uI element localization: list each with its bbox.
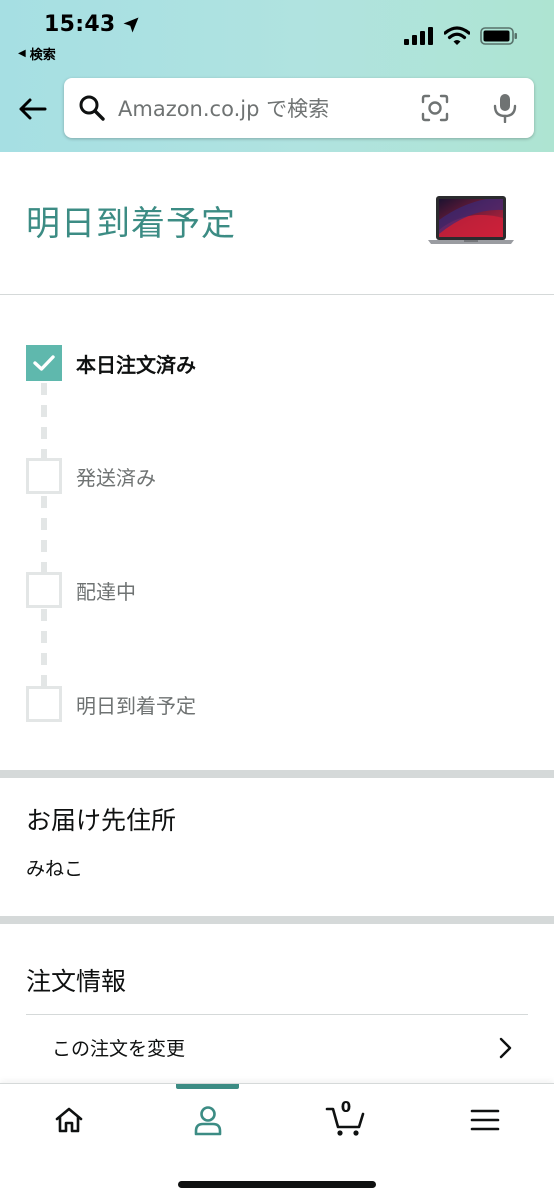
chevron-right-icon: [499, 1037, 512, 1058]
camera-search-icon[interactable]: [420, 93, 450, 123]
checkmark-icon: [33, 355, 55, 371]
step-checkbox-empty: [26, 458, 62, 494]
voice-search-icon[interactable]: [492, 93, 518, 123]
order-info-section-title: 注文情報: [26, 967, 127, 996]
address-section-title: お届け先住所: [26, 806, 177, 835]
home-icon: [55, 1107, 83, 1133]
timeline-connector: [41, 609, 47, 687]
step-label: 明日到着予定: [76, 693, 196, 718]
account-icon: [194, 1106, 222, 1136]
location-arrow-icon: [123, 17, 139, 32]
section-divider: [0, 294, 554, 295]
nav-account[interactable]: [178, 1100, 238, 1140]
nav-home[interactable]: [39, 1100, 99, 1140]
step-checkbox-empty: [26, 686, 62, 722]
back-to-app-link[interactable]: ◀ 検索: [18, 44, 56, 63]
nav-cart[interactable]: 0: [316, 1098, 376, 1140]
section-divider: [0, 770, 554, 778]
back-button[interactable]: [14, 91, 50, 127]
wifi-icon: [444, 26, 470, 45]
back-triangle-icon: ◀: [18, 48, 26, 59]
search-placeholder: Amazon.co.jp で検索: [118, 97, 330, 121]
step-label: 配達中: [76, 579, 136, 604]
section-divider: [0, 916, 554, 924]
back-to-app-label: 検索: [29, 48, 56, 63]
nav-menu[interactable]: [455, 1100, 515, 1140]
search-input[interactable]: Amazon.co.jp で検索: [64, 78, 534, 138]
back-arrow-icon: [19, 98, 47, 120]
status-indicators: [404, 26, 518, 46]
product-thumbnail[interactable]: [426, 190, 516, 250]
change-order-row[interactable]: この注文を変更: [26, 1014, 528, 1080]
search-icon: [79, 95, 105, 121]
change-order-label: この注文を変更: [52, 1038, 186, 1060]
menu-icon: [470, 1109, 500, 1131]
home-indicator-bar[interactable]: [178, 1181, 376, 1188]
status-time-text: 15:43: [44, 12, 116, 37]
step-label: 本日注文済み: [76, 352, 196, 377]
timeline-step-out-for-delivery: 配達中: [26, 572, 136, 608]
cellular-signal-icon: [404, 27, 433, 45]
arrival-status-title: 明日到着予定: [26, 204, 236, 244]
timeline-connector: [41, 383, 47, 461]
timeline-step-shipped: 発送済み: [26, 458, 156, 494]
timeline-step-arriving: 明日到着予定: [26, 686, 196, 722]
timeline-connector: [41, 496, 47, 574]
step-checkbox-empty: [26, 572, 62, 608]
step-label: 発送済み: [76, 465, 156, 490]
cart-count-badge: 0: [340, 1098, 352, 1116]
step-checkbox-checked: [26, 345, 62, 381]
status-time: 15:43: [44, 12, 140, 37]
battery-icon: [480, 27, 517, 45]
timeline-step-ordered: 本日注文済み: [26, 345, 196, 381]
active-tab-indicator: [176, 1084, 239, 1089]
app-header: 15:43 ◀ 検索 Amazon.co.jp で検索: [0, 0, 554, 152]
address-recipient-name: みねこ: [26, 858, 84, 880]
